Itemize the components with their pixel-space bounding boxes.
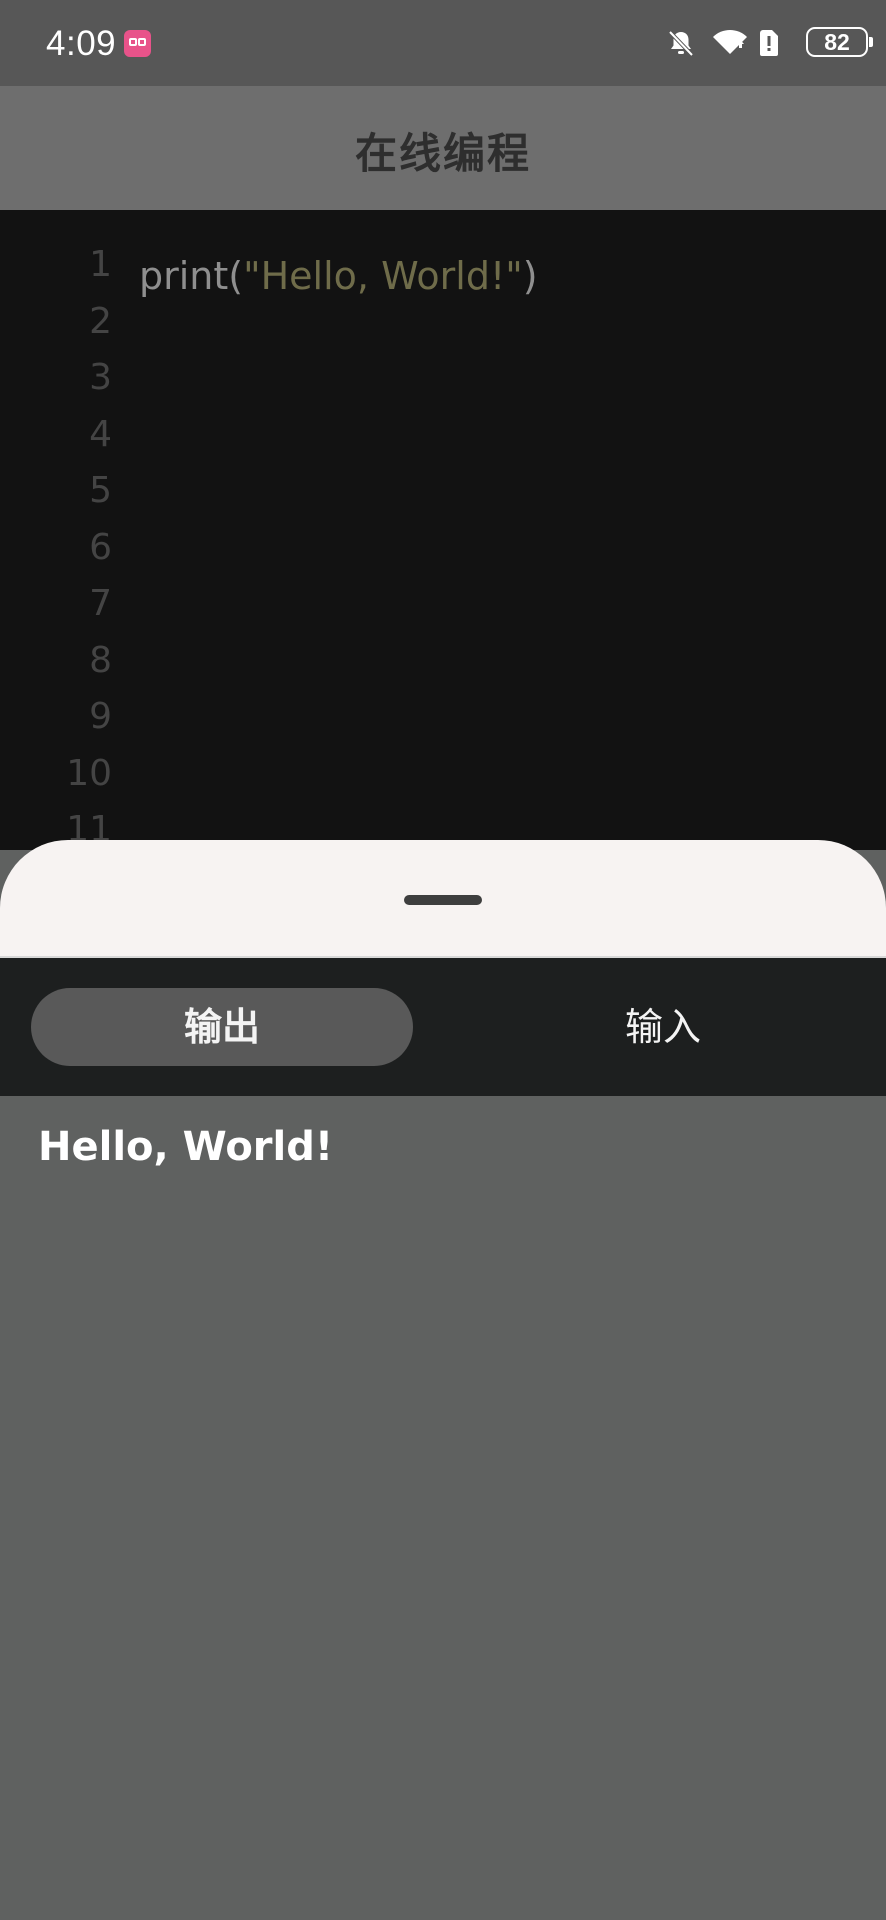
line-number: 9 [89, 696, 112, 737]
code-function: print( [139, 254, 244, 298]
tab-output[interactable]: 输出 [31, 988, 413, 1066]
battery-tip [869, 37, 873, 47]
line-number: 5 [89, 470, 112, 511]
line-number: 6 [89, 527, 112, 568]
code-editor[interactable]: 1 2 3 4 5 6 7 8 9 10 11 print("Hello, Wo… [0, 210, 886, 850]
tab-input[interactable]: 输入 [472, 988, 854, 1066]
title-bar: 在线编程 [0, 86, 886, 210]
app-badge-icon [124, 30, 151, 57]
line-number: 8 [89, 640, 112, 681]
line-number: 7 [89, 583, 112, 624]
line-number: 2 [89, 301, 112, 342]
page-title: 在线编程 [354, 130, 531, 177]
line-number: 4 [89, 414, 112, 455]
line-number: 3 [89, 357, 112, 398]
code-line-1[interactable]: print("Hello, World!") [139, 254, 538, 298]
status-time: 4:09 [46, 24, 117, 63]
status-bar: 4:09 82 [0, 0, 886, 86]
wifi-icon [713, 29, 747, 54]
bell-mute-icon [668, 30, 694, 57]
alert-icon [760, 30, 778, 56]
code-close-paren: ) [522, 254, 538, 298]
battery-level: 82 [824, 29, 850, 55]
output-panel: Hello, World! [0, 1096, 886, 1920]
bottom-sheet-header[interactable] [0, 840, 886, 958]
line-number: 10 [66, 753, 112, 794]
drag-handle[interactable] [404, 895, 482, 905]
line-number: 1 [89, 244, 112, 285]
output-text: Hello, World! [38, 1124, 334, 1170]
tab-bar: 输出 输入 [0, 958, 886, 1096]
battery-icon: 82 [806, 27, 873, 57]
code-string-literal: "Hello, World!" [243, 254, 523, 298]
